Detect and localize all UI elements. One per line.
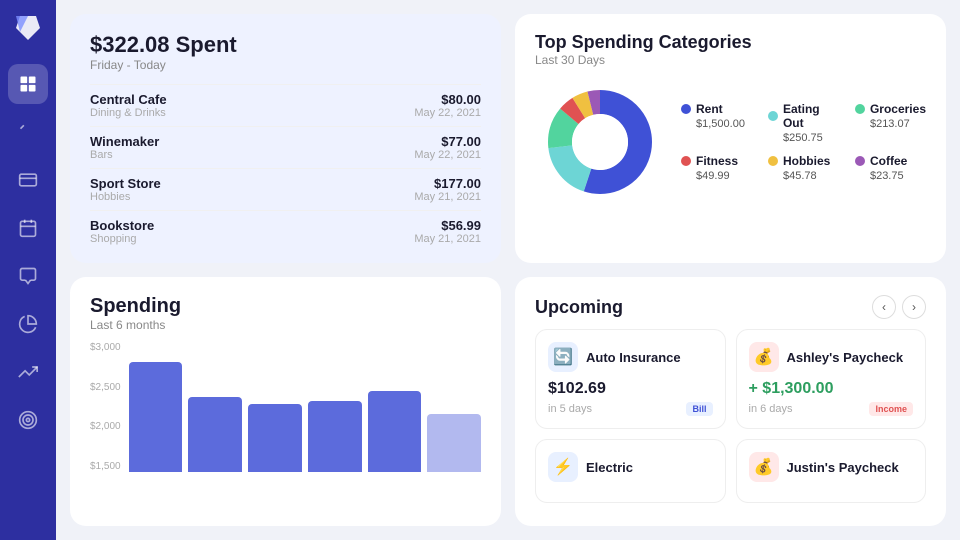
app-logo bbox=[12, 12, 44, 44]
upcoming-grid: 🔄 Auto Insurance $102.69 in 5 days Bill … bbox=[535, 329, 926, 503]
legend-item-rent: Rent $1,500.00 bbox=[681, 102, 752, 144]
bar-4 bbox=[308, 401, 362, 473]
groceries-dot bbox=[855, 104, 865, 114]
bar-6 bbox=[427, 414, 481, 473]
nav-next-button[interactable]: › bbox=[902, 295, 926, 319]
nav-prev-button[interactable]: ‹ bbox=[872, 295, 896, 319]
sidebar bbox=[0, 0, 56, 540]
sidebar-item-cards[interactable] bbox=[8, 160, 48, 200]
nav-arrows: ‹ › bbox=[872, 295, 926, 319]
table-row: BookstoreShopping $56.99May 21, 2021 bbox=[90, 210, 481, 252]
sidebar-item-transfer[interactable] bbox=[8, 112, 48, 152]
income-badge: Income bbox=[869, 402, 913, 416]
spent-subtitle: Friday - Today bbox=[90, 58, 481, 72]
legend-item-hobbies: Hobbies $45.78 bbox=[768, 154, 839, 182]
table-row: Central CafeDining & Drinks $80.00May 22… bbox=[90, 84, 481, 126]
ashleys-paycheck-icon: 💰 bbox=[749, 342, 779, 372]
bar-chart: $3,000 $2,500 $2,000 $1,500 bbox=[90, 342, 481, 472]
categories-legend: Rent $1,500.00 Eating Out $250.75 Grocer… bbox=[681, 102, 926, 182]
auto-insurance-icon: 🔄 bbox=[548, 342, 578, 372]
spending-chart-card: Spending Last 6 months $3,000 $2,500 $2,… bbox=[70, 277, 501, 526]
categories-subtitle: Last 30 Days bbox=[535, 53, 926, 67]
rent-dot bbox=[681, 104, 691, 114]
upcoming-item-ashleys-paycheck: 💰 Ashley's Paycheck + $1,300.00 in 6 day… bbox=[736, 329, 927, 429]
main-content: $322.08 Spent Friday - Today Central Caf… bbox=[56, 0, 960, 540]
coffee-dot bbox=[855, 156, 865, 166]
fitness-dot bbox=[681, 156, 691, 166]
electric-icon: ⚡ bbox=[548, 452, 578, 482]
upcoming-header: Upcoming ‹ › bbox=[535, 295, 926, 319]
donut-chart bbox=[535, 77, 665, 207]
spending-categories-card: Top Spending Categories Last 30 Days bbox=[515, 14, 946, 263]
sidebar-item-goals[interactable] bbox=[8, 400, 48, 440]
upcoming-title: Upcoming bbox=[535, 297, 623, 318]
expand-transactions-button[interactable]: ⌄ bbox=[90, 256, 481, 263]
upcoming-item-electric: ⚡ Electric bbox=[535, 439, 726, 503]
bill-badge: Bill bbox=[686, 402, 712, 416]
bar-1 bbox=[129, 362, 183, 473]
sidebar-item-dashboard[interactable] bbox=[8, 64, 48, 104]
sidebar-item-trends[interactable] bbox=[8, 352, 48, 392]
legend-item-eating-out: Eating Out $250.75 bbox=[768, 102, 839, 144]
y-axis: $3,000 $2,500 $2,000 $1,500 bbox=[90, 342, 129, 472]
categories-title: Top Spending Categories bbox=[535, 32, 926, 53]
upcoming-item-auto-insurance: 🔄 Auto Insurance $102.69 in 5 days Bill bbox=[535, 329, 726, 429]
eating-out-dot bbox=[768, 111, 778, 121]
bar-2 bbox=[188, 397, 242, 472]
table-row: WinemakerBars $77.00May 22, 2021 bbox=[90, 126, 481, 168]
bar-3 bbox=[248, 404, 302, 472]
bars bbox=[129, 342, 481, 472]
recent-spending-card: $322.08 Spent Friday - Today Central Caf… bbox=[70, 14, 501, 263]
justins-paycheck-icon: 💰 bbox=[749, 452, 779, 482]
legend-item-groceries: Groceries $213.07 bbox=[855, 102, 926, 144]
legend-item-coffee: Coffee $23.75 bbox=[855, 154, 926, 182]
sidebar-item-pie[interactable] bbox=[8, 304, 48, 344]
hobbies-dot bbox=[768, 156, 778, 166]
upcoming-card: Upcoming ‹ › 🔄 Auto Insurance $102.69 in… bbox=[515, 277, 946, 526]
spent-title: $322.08 Spent bbox=[90, 32, 481, 58]
table-row: Sport StoreHobbies $177.00May 21, 2021 bbox=[90, 168, 481, 210]
legend-item-fitness: Fitness $49.99 bbox=[681, 154, 752, 182]
bar-5 bbox=[368, 391, 422, 472]
spending-subtitle: Last 6 months bbox=[90, 318, 481, 332]
sidebar-item-reports[interactable] bbox=[8, 256, 48, 296]
upcoming-item-justins-paycheck: 💰 Justin's Paycheck bbox=[736, 439, 927, 503]
spending-title: Spending bbox=[90, 295, 481, 318]
sidebar-item-calendar[interactable] bbox=[8, 208, 48, 248]
